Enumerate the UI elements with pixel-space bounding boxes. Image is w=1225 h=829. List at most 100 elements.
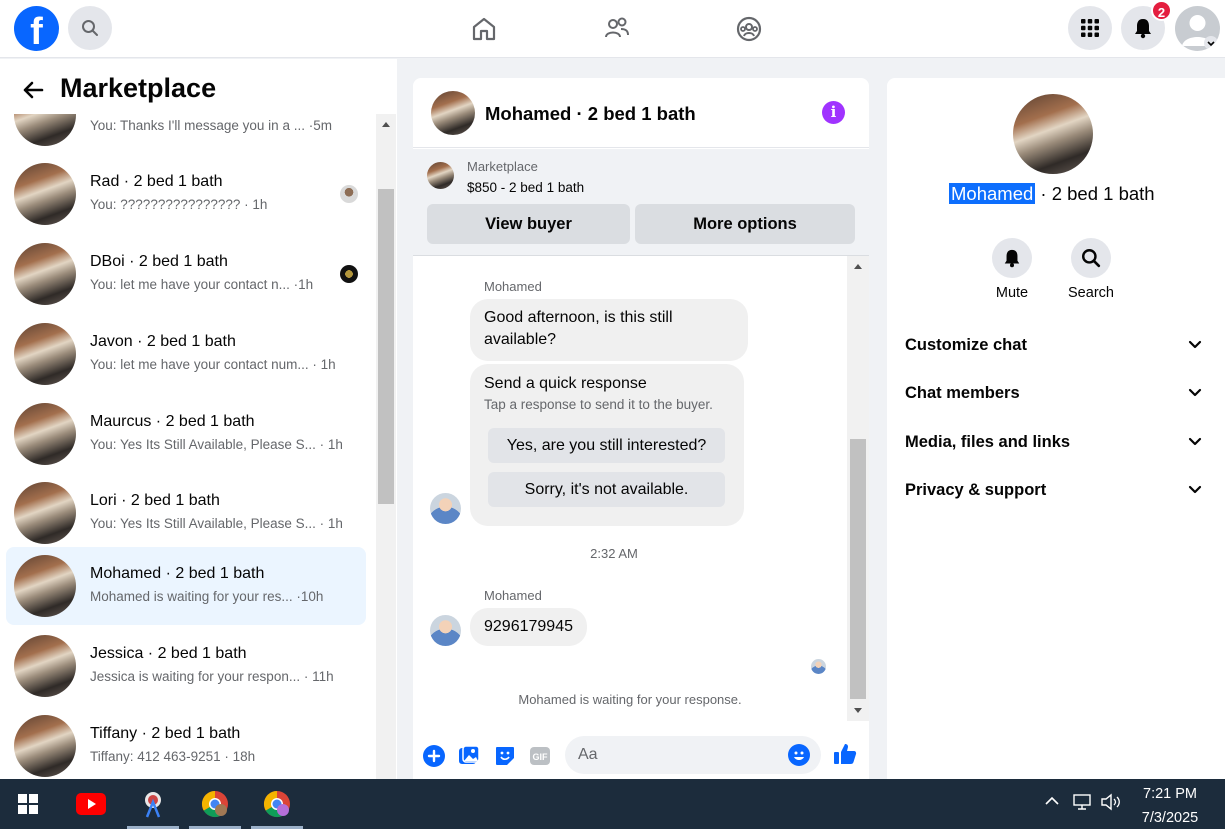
conversation-preview: Tiffany: 412 463-9251 · 18h [90, 749, 256, 764]
scroll-up-arrow-icon[interactable] [854, 264, 862, 269]
listing-thumbnail [14, 163, 76, 225]
windows-logo-icon [18, 794, 38, 814]
sidebar-scrollbar[interactable] [376, 114, 396, 779]
conversation-preview: You: Yes Its Still Available, Please S..… [90, 516, 343, 531]
volume-icon[interactable] [1100, 793, 1122, 811]
mute-label: Mute [995, 285, 1029, 301]
info-icon[interactable]: i [822, 101, 845, 124]
message-input[interactable]: Aa [565, 736, 821, 774]
youtube-taskbar-app[interactable] [65, 779, 117, 829]
gif-icon[interactable]: GIF [529, 745, 551, 767]
sidebar-header: Marketplace [0, 59, 397, 114]
conversation-item[interactable]: You: Thanks I'll message you in a ... ·5… [6, 114, 366, 154]
conversation-name: Rad · 2 bed 1 bath [90, 173, 223, 190]
back-arrow-icon[interactable] [20, 77, 46, 103]
chat-panel: Mohamed · 2 bed 1 bath i Marketplace $85… [413, 78, 869, 779]
search-chat-button[interactable]: Search [1061, 238, 1121, 301]
details-listing-avatar[interactable] [1013, 94, 1093, 174]
conversation-item[interactable]: Maurcus · 2 bed 1 bath You: Yes Its Stil… [6, 395, 366, 473]
chat-listing-avatar[interactable] [431, 91, 475, 135]
bell-icon [992, 238, 1032, 278]
sidebar-title: Marketplace [60, 73, 217, 103]
photo-icon[interactable] [458, 745, 480, 767]
seen-avatar [340, 265, 358, 283]
buyer-avatar[interactable] [430, 493, 461, 524]
conversation-name: Tiffany · 2 bed 1 bath [90, 725, 241, 742]
svg-text:GIF: GIF [533, 752, 549, 762]
conversation-item[interactable]: Tiffany · 2 bed 1 bath Tiffany: 412 463-… [6, 707, 366, 779]
conversation-name: Mohamed · 2 bed 1 bath [90, 565, 265, 582]
listing-price[interactable]: $850 - 2 bed 1 bath [467, 180, 584, 195]
message-timestamp: 2:32 AM [590, 546, 638, 561]
chat-title[interactable]: Mohamed · 2 bed 1 bath [485, 103, 696, 125]
message-sender: Mohamed [484, 279, 542, 294]
snipping-tool-icon [145, 792, 161, 818]
chevron-up-icon[interactable] [1044, 793, 1060, 809]
conversation-preview: You: let me have your contact num... · 1… [90, 357, 336, 372]
conversation-item[interactable]: Lori · 2 bed 1 bath You: Yes Its Still A… [6, 474, 366, 552]
home-nav-button[interactable] [464, 10, 504, 48]
conversation-item[interactable]: Jessica · 2 bed 1 bath Jessica is waitin… [6, 627, 366, 705]
chevron-down-icon [1188, 485, 1202, 494]
windows-taskbar: 7:21 PM 7/3/2025 [0, 779, 1225, 829]
marketplace-sidebar: Marketplace You: Thanks I'll message you… [0, 59, 397, 779]
menu-grid-icon [1081, 19, 1099, 37]
conversation-list: You: Thanks I'll message you in a ... ·5… [0, 114, 374, 779]
scroll-down-arrow-icon[interactable] [854, 708, 862, 713]
message-bubble[interactable]: Good afternoon, is this still available? [470, 299, 748, 361]
marketplace-label: Marketplace [467, 159, 538, 174]
youtube-icon [76, 793, 106, 815]
conversation-preview: You: Yes Its Still Available, Please S..… [90, 437, 343, 452]
message-bubble[interactable]: 9296179945 [470, 608, 587, 646]
top-nav-bar: f 2 [0, 0, 1225, 58]
read-receipt-avatar [811, 659, 826, 674]
listing-thumbnail [427, 162, 454, 189]
buyer-avatar[interactable] [430, 615, 461, 646]
listing-thumbnail [14, 715, 76, 777]
emoji-icon[interactable] [788, 744, 810, 766]
mute-button[interactable]: Mute [982, 238, 1042, 301]
more-options-button[interactable]: More options [635, 204, 855, 244]
chat-details-panel: Mohamed · 2 bed 1 bath Mute Search Custo… [887, 78, 1225, 779]
menu-button[interactable] [1068, 6, 1112, 50]
start-button[interactable] [2, 779, 54, 829]
listing-thumbnail [14, 403, 76, 465]
profile-avatar-button[interactable] [1175, 6, 1220, 51]
conversation-item-active[interactable]: Mohamed · 2 bed 1 bath Mohamed is waitin… [6, 547, 366, 625]
groups-nav-button[interactable] [729, 10, 769, 48]
conversation-preview: Jessica is waiting for your respon... · … [90, 669, 334, 684]
quick-response-yes-button[interactable]: Yes, are you still interested? [488, 428, 725, 463]
media-files-links-section[interactable]: Media, files and links [905, 431, 1205, 459]
chat-scrollbar[interactable] [847, 256, 869, 721]
plus-icon[interactable] [423, 745, 445, 767]
scroll-up-arrow-icon[interactable] [382, 122, 390, 127]
quick-response-no-button[interactable]: Sorry, it's not available. [488, 472, 725, 507]
facebook-logo[interactable]: f [14, 6, 59, 51]
conversation-item[interactable]: Javon · 2 bed 1 bath You: let me have yo… [6, 315, 366, 393]
listing-thumbnail [14, 243, 76, 305]
network-icon[interactable] [1072, 793, 1092, 811]
like-icon[interactable] [833, 742, 857, 766]
scrollbar-thumb[interactable] [378, 189, 394, 504]
privacy-support-section[interactable]: Privacy & support [905, 479, 1205, 507]
snipping-tool-taskbar-app[interactable] [127, 779, 179, 829]
conversation-name: Lori · 2 bed 1 bath [90, 492, 220, 509]
view-buyer-button[interactable]: View buyer [427, 204, 630, 244]
conversation-item[interactable]: Rad · 2 bed 1 bath You: ????????????????… [6, 155, 366, 233]
customize-chat-section[interactable]: Customize chat [905, 334, 1205, 362]
conversation-preview: Mohamed is waiting for your res... ·10h [90, 589, 324, 604]
conversation-name: Maurcus · 2 bed 1 bath [90, 413, 255, 430]
section-label: Media, files and links [905, 433, 1071, 451]
quick-response-card: Send a quick response Tap a response to … [470, 364, 744, 526]
conversation-preview: You: let me have your contact n... ·1h [90, 277, 314, 292]
system-clock[interactable]: 7:21 PM 7/3/2025 [1130, 784, 1210, 828]
section-label: Privacy & support [905, 481, 1047, 499]
scrollbar-thumb[interactable] [850, 439, 866, 699]
sticker-icon[interactable] [494, 745, 516, 767]
search-button[interactable] [68, 6, 112, 50]
chat-members-section[interactable]: Chat members [905, 382, 1205, 410]
chrome-taskbar-app[interactable] [189, 779, 241, 829]
chrome-profile-taskbar-app[interactable] [251, 779, 303, 829]
friends-nav-button[interactable] [597, 10, 637, 48]
conversation-item[interactable]: DBoi · 2 bed 1 bath You: let me have you… [6, 235, 366, 313]
